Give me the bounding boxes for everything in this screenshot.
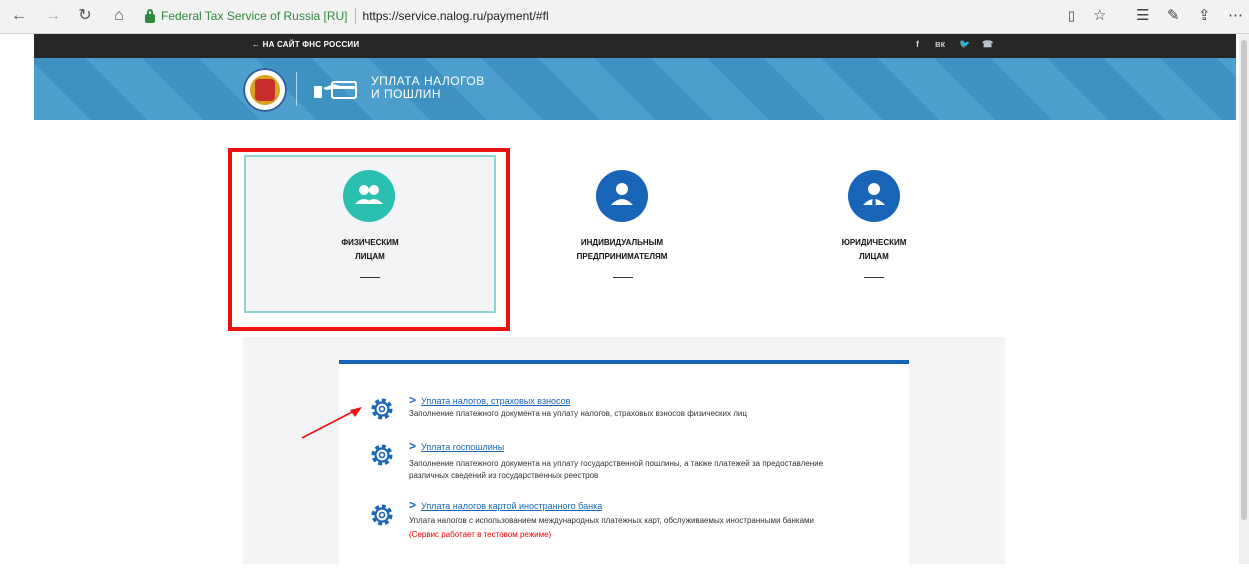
vk-icon[interactable]: вк xyxy=(935,39,945,49)
banner-title: УПЛАТА НАЛОГОВ И ПОШЛИН xyxy=(371,75,485,101)
people-icon xyxy=(343,170,395,222)
home-icon[interactable]: ⌂ xyxy=(110,7,128,25)
emblem-shield xyxy=(255,79,275,101)
forward-icon[interactable]: → xyxy=(44,7,62,25)
category-entrepreneurs-line2: ПРЕДПРИНИМАТЕЛЯМ xyxy=(576,252,668,261)
red-arrow-annotation xyxy=(301,407,362,439)
chevron-right-icon: > xyxy=(409,498,417,512)
pen-icon[interactable]: ✎ xyxy=(1167,7,1180,25)
lock-icon xyxy=(145,8,155,23)
category-individuals-line1: ФИЗИЧЕСКИМ xyxy=(341,238,399,247)
person-icon[interactable] xyxy=(596,170,648,222)
facebook-icon[interactable]: f xyxy=(916,39,919,49)
browser-toolbar: ← → ↻ ⌂ Federal Tax Service of Russia [R… xyxy=(0,0,1249,34)
category-individuals-line2: ЛИЦАМ xyxy=(355,252,385,261)
category-dash xyxy=(864,277,884,278)
category-legal-entities-line1: ЮРИДИЧЕСКИМ xyxy=(841,238,907,247)
category-legal-entities-line2: ЛИЦАМ xyxy=(859,252,889,261)
fns-emblem-logo[interactable] xyxy=(243,68,287,112)
header-banner: УПЛАТА НАЛОГОВ И ПОШЛИН xyxy=(34,58,1236,120)
share-icon[interactable]: ⇪ xyxy=(1198,7,1211,25)
refresh-icon[interactable]: ↻ xyxy=(76,7,94,25)
category-individuals-label: ФИЗИЧЕСКИМ ЛИЦАМ xyxy=(244,236,496,264)
service-test-mode-note: (Сервис работает в тестовом режиме) xyxy=(409,530,552,539)
scrollbar-thumb[interactable] xyxy=(1241,40,1247,520)
service-taxes-desc: Заполнение платежного документа на уплат… xyxy=(409,409,747,418)
chevron-right-icon: > xyxy=(409,393,417,407)
category-entrepreneurs-line1: ИНДИВИДУАЛЬНЫМ xyxy=(580,238,664,247)
gear-icon xyxy=(371,398,393,420)
category-dash xyxy=(360,277,380,278)
banner-divider xyxy=(296,72,297,106)
gear-icon xyxy=(371,444,393,466)
banner-title-line2: И ПОШЛИН xyxy=(371,87,442,101)
site-identity[interactable]: Federal Tax Service of Russia [RU] xyxy=(161,9,348,23)
reading-view-icon[interactable]: ▯ xyxy=(1068,7,1075,25)
gear-icon xyxy=(371,504,393,526)
hand-card-icon xyxy=(314,81,357,99)
service-foreign-card-desc: Уплата налогов с использованием междунар… xyxy=(409,516,814,525)
service-stateduty-link[interactable]: Уплата госпошлины xyxy=(421,442,504,452)
site-topbar: ← НА САЙТ ФНС РОССИИ f вк 🐦 ☎ xyxy=(34,34,1236,58)
back-to-fns-link[interactable]: ← НА САЙТ ФНС РОССИИ xyxy=(252,40,359,49)
phone-icon[interactable]: ☎ xyxy=(982,39,993,50)
favorites-list-icon[interactable]: ☰ xyxy=(1136,7,1149,25)
more-icon[interactable]: ⋯ xyxy=(1228,7,1243,25)
category-dash xyxy=(613,277,633,278)
address-divider xyxy=(354,8,356,24)
back-icon[interactable]: ← xyxy=(10,7,28,25)
category-legal-entities-label[interactable]: ЮРИДИЧЕСКИМ ЛИЦАМ xyxy=(748,236,1000,264)
address-bar[interactable]: Federal Tax Service of Russia [RU] https… xyxy=(145,5,1110,27)
business-person-icon[interactable] xyxy=(848,170,900,222)
favorite-star-icon[interactable]: ☆ xyxy=(1093,7,1106,25)
twitter-icon[interactable]: 🐦 xyxy=(959,39,970,50)
service-stateduty-desc-line2: различных сведений из государственных ре… xyxy=(409,471,599,480)
chevron-right-icon: > xyxy=(409,439,417,453)
service-foreign-card-link[interactable]: Уплата налогов картой иностранного банка xyxy=(421,501,602,511)
category-entrepreneurs-label[interactable]: ИНДИВИДУАЛЬНЫМ ПРЕДПРИНИМАТЕЛЯМ xyxy=(496,236,748,264)
service-stateduty-desc-line1: Заполнение платежного документа на уплат… xyxy=(409,459,824,468)
service-taxes-link[interactable]: Уплата налогов, страховых взносов xyxy=(421,396,570,406)
url-text[interactable]: https://service.nalog.ru/payment/#fl xyxy=(363,9,549,23)
